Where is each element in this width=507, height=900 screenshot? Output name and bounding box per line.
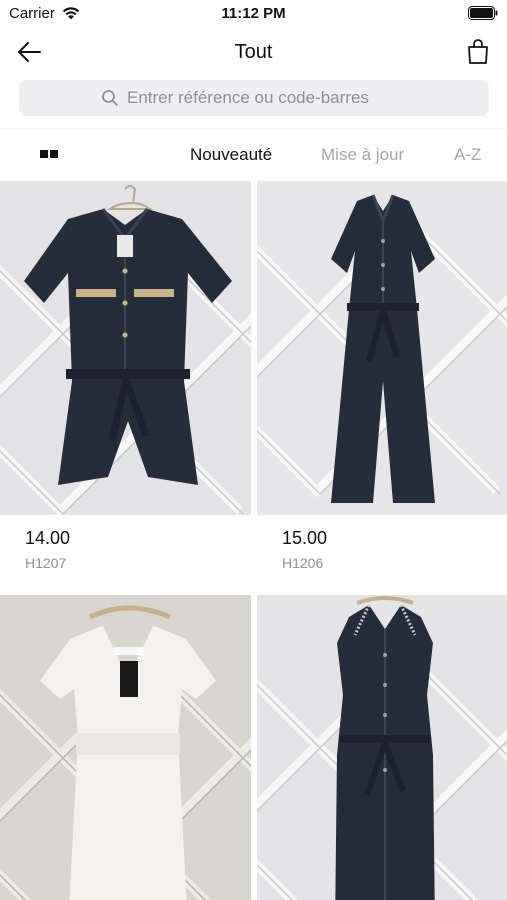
product-image <box>0 181 251 515</box>
clock: 11:12 PM <box>221 5 286 22</box>
product-image <box>0 595 251 900</box>
sort-option-az[interactable]: A-Z <box>454 145 481 165</box>
sort-option-updated[interactable]: Mise à jour <box>321 145 404 165</box>
product-card[interactable] <box>257 595 507 900</box>
shopping-bag-icon[interactable] <box>466 38 490 64</box>
product-card[interactable]: 14.00 H1207 <box>0 181 251 591</box>
search-icon <box>102 90 118 106</box>
product-image <box>257 181 507 515</box>
nav-bar: Tout <box>0 28 507 78</box>
sort-option-newest[interactable]: Nouveauté <box>190 145 272 165</box>
product-reference: H1206 <box>282 555 324 571</box>
battery-icon <box>468 6 498 20</box>
search-bar <box>0 78 507 128</box>
product-grid: 14.00 H1207 15.00 H1206 <box>0 181 507 900</box>
product-price: 15.00 <box>282 528 328 548</box>
search-input[interactable] <box>127 80 467 116</box>
product-card[interactable]: 15.00 H1206 <box>257 181 507 591</box>
product-price: 14.00 <box>25 528 71 548</box>
product-reference: H1207 <box>25 555 67 571</box>
product-image <box>257 595 507 900</box>
search-field[interactable] <box>19 80 489 116</box>
sort-bar: Nouveauté Mise à jour A-Z <box>0 129 507 181</box>
grid-view-icon[interactable] <box>40 150 60 160</box>
page-title: Tout <box>234 41 273 63</box>
product-card[interactable] <box>0 595 251 900</box>
status-bar: Carrier 11:12 PM <box>0 0 507 28</box>
